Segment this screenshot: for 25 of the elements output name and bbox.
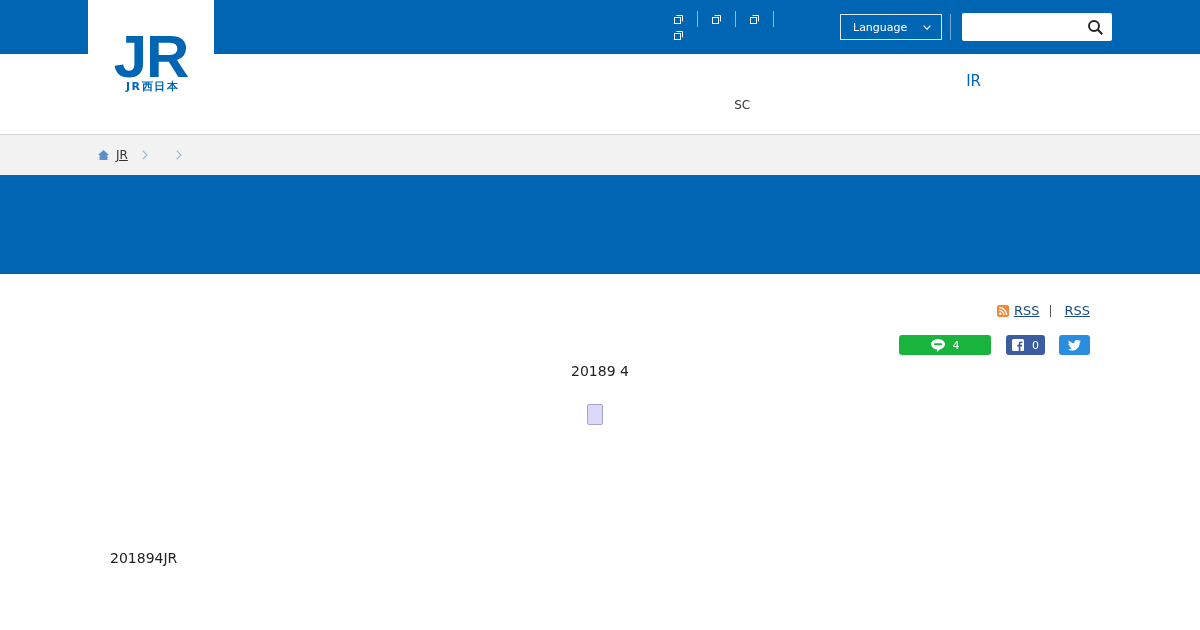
nav-link[interactable]: SC: [734, 98, 751, 112]
home-icon: [98, 150, 109, 160]
rss-link[interactable]: RSS: [1013, 303, 1040, 319]
chat-bubble-icon: [930, 338, 945, 352]
chevron-right-icon: [175, 150, 182, 160]
rss-link[interactable]: RSS: [1064, 303, 1090, 319]
image-placeholder: [587, 404, 603, 425]
twitter-share-button[interactable]: [1059, 335, 1090, 355]
external-link-icon[interactable]: [750, 14, 759, 24]
search-field[interactable]: [962, 13, 1112, 41]
external-link-icon[interactable]: [674, 30, 683, 40]
nav-link[interactable]: IR: [966, 72, 981, 90]
facebook-icon: [1012, 339, 1024, 351]
breadcrumb-link[interactable]: JR: [116, 148, 128, 162]
external-link-icon[interactable]: [712, 14, 721, 24]
body-text: 201894JR: [110, 550, 179, 566]
chevron-down-icon: [923, 24, 931, 30]
bird-icon: [1068, 339, 1081, 351]
search-icon[interactable]: [1088, 19, 1103, 35]
rss-icon: [996, 305, 1009, 317]
language-select[interactable]: Language: [840, 14, 942, 40]
chevron-right-icon: [141, 150, 148, 160]
date-text: 20189 4: [570, 363, 630, 379]
facebook-share-button[interactable]: 0: [1006, 335, 1045, 355]
external-link-icon[interactable]: [674, 14, 683, 24]
